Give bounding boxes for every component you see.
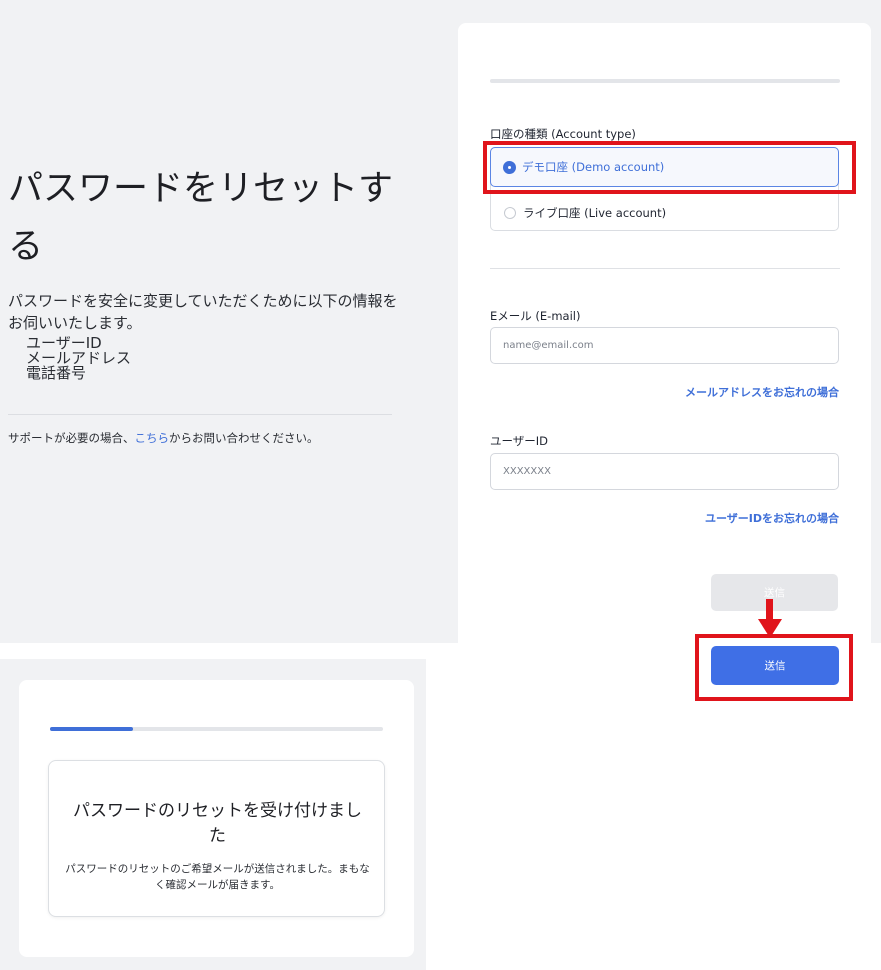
userid-label: ユーザーID — [490, 434, 549, 448]
page-title: パスワードをリセットする — [8, 169, 394, 267]
highlight-box-submit — [695, 634, 853, 701]
intro-text: パスワードを安全に変更していただくために以下の情報をお伺いいたします。 — [8, 292, 398, 332]
requirements-list: ユーザーID メールアドレス 電話番号 — [26, 336, 131, 381]
highlight-box-account-type — [483, 141, 856, 194]
radio-live-label: ライブ口座 (Live account) — [523, 206, 667, 220]
reset-form-card: 口座の種類 (Account type) デモ口座 (Demo account)… — [458, 23, 871, 653]
progress-bar — [50, 727, 383, 731]
info-column: パスワードをリセットする パスワードを安全に変更していただくために以下の情報をお… — [0, 0, 440, 643]
account-type-label: 口座の種類 (Account type) — [490, 127, 636, 141]
support-prefix: サポートが必要の場合、 — [8, 431, 135, 445]
support-suffix: からお問い合わせください。 — [169, 431, 319, 445]
userid-field[interactable] — [490, 453, 839, 490]
requirement-item: 電話番号 — [26, 364, 87, 382]
progress-bar — [490, 79, 840, 83]
divider — [8, 414, 392, 415]
progress-fill — [50, 727, 134, 731]
forgot-email-link[interactable]: メールアドレスをお忘れの場合 — [685, 384, 839, 400]
confirmation-body: パスワードのリセットのご希望メールが送信されました。まもなく確認メールが届きます… — [65, 863, 370, 891]
divider — [490, 268, 840, 269]
email-field[interactable] — [490, 327, 839, 364]
support-link[interactable]: こちら — [135, 431, 170, 445]
down-arrow-icon — [758, 599, 782, 638]
confirmation-screen: パスワードのリセットを受け付けました パスワードのリセットのご希望メールが送信さ… — [0, 659, 426, 970]
radio-unchecked-icon[interactable] — [504, 207, 516, 219]
forgot-userid-link[interactable]: ユーザーIDをお忘れの場合 — [705, 510, 839, 526]
support-text: サポートが必要の場合、こちらからお問い合わせください。 — [8, 430, 319, 446]
confirmation-message-card: パスワードのリセットを受け付けました パスワードのリセットのご希望メールが送信さ… — [48, 760, 385, 917]
confirmation-card: パスワードのリセットを受け付けました パスワードのリセットのご希望メールが送信さ… — [19, 680, 414, 957]
radio-live-account[interactable]: ライブ口座 (Live account) — [491, 193, 840, 233]
email-label: Eメール (E-mail) — [490, 309, 581, 323]
confirmation-title: パスワードのリセットを受け付けました — [73, 801, 362, 846]
